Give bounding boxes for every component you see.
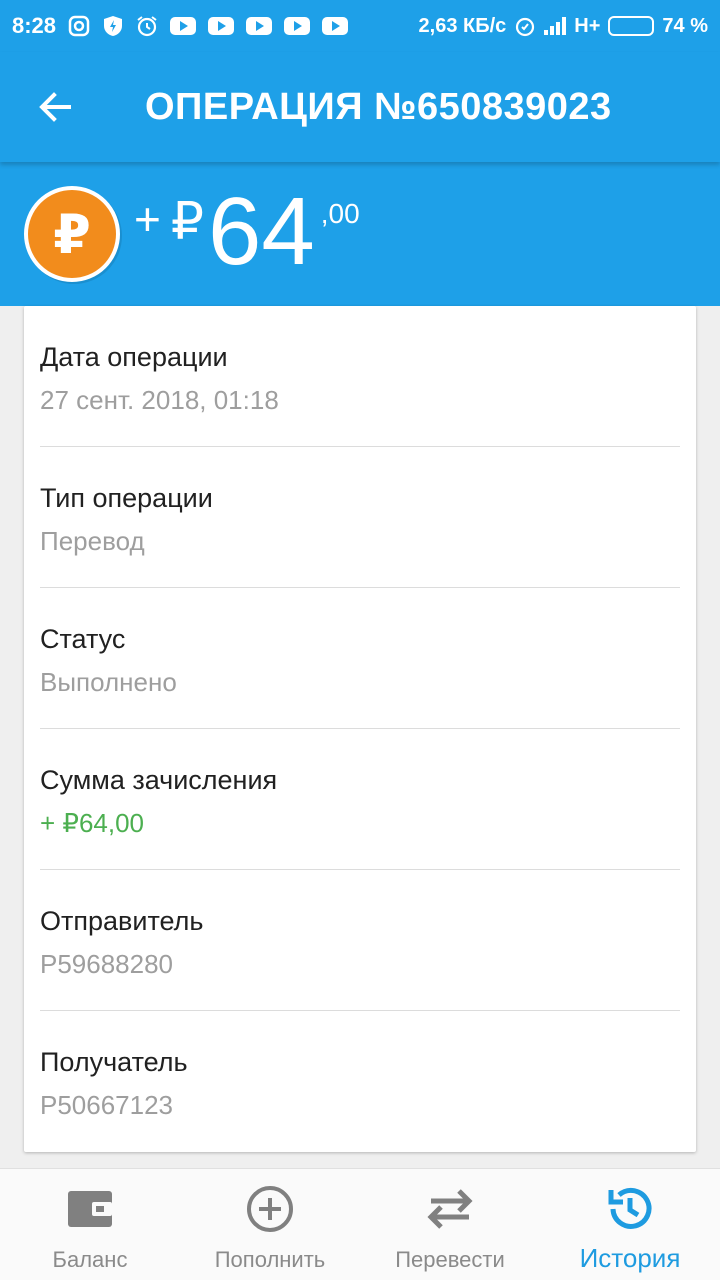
battery-icon xyxy=(608,16,655,36)
amount-sign: + xyxy=(134,193,161,245)
detail-label: Тип операции xyxy=(40,483,213,513)
amount-integer: 64 xyxy=(207,178,315,285)
signal-icon xyxy=(544,17,567,35)
bottom-navigation: Баланс Пополнить Перевести История xyxy=(0,1168,720,1280)
detail-row-date: Дата операции 27 сент. 2018, 01:18 xyxy=(40,306,680,447)
detail-row-credit-amount: Сумма зачисления + ₽64,00 xyxy=(40,729,680,870)
wallet-icon xyxy=(66,1185,114,1233)
detail-label: Отправитель xyxy=(40,906,204,936)
status-bar: 8:28 2,63 КБ/с H+ 74 % xyxy=(0,0,720,52)
youtube-icon xyxy=(208,17,235,35)
swap-arrows-icon xyxy=(425,1185,475,1233)
net-speed: 2,63 КБ/с xyxy=(418,14,507,37)
nav-label: История xyxy=(579,1243,681,1273)
status-right: 2,63 КБ/с H+ 74 % xyxy=(419,15,708,38)
detail-row-type: Тип операции Перевод xyxy=(40,447,680,588)
detail-row-status: Статус Выполнено xyxy=(40,588,680,729)
nav-label: Перевести xyxy=(395,1247,505,1272)
detail-value: Выполнено xyxy=(40,667,177,697)
nav-transfer[interactable]: Перевести xyxy=(360,1169,540,1280)
nav-balance[interactable]: Баланс xyxy=(0,1169,180,1280)
youtube-icon xyxy=(170,17,197,35)
add-circle-icon xyxy=(246,1185,294,1233)
nav-top-up[interactable]: Пополнить xyxy=(180,1169,360,1280)
detail-label: Получатель xyxy=(40,1047,188,1077)
detail-value: Перевод xyxy=(40,526,145,556)
amount-currency: ₽ xyxy=(170,193,204,251)
instagram-icon xyxy=(68,15,90,37)
battery-percent: 74 % xyxy=(662,14,708,37)
nav-label: Баланс xyxy=(52,1247,128,1272)
detail-value: + ₽64,00 xyxy=(40,808,145,838)
detail-value: P50667123 xyxy=(40,1090,174,1120)
ruble-coin-icon: ₽ xyxy=(24,186,120,282)
arrow-back-icon xyxy=(39,92,71,122)
youtube-icon xyxy=(322,17,349,35)
youtube-icon xyxy=(284,17,311,35)
shield-icon xyxy=(102,15,124,37)
alarm-icon xyxy=(136,15,158,37)
nav-history[interactable]: История xyxy=(540,1169,720,1280)
notification-icons xyxy=(68,15,349,37)
history-icon xyxy=(605,1185,655,1233)
nav-label: Пополнить xyxy=(214,1247,326,1272)
details-card: Дата операции 27 сент. 2018, 01:18 Тип о… xyxy=(24,306,696,1152)
detail-value: 27 сент. 2018, 01:18 xyxy=(40,385,279,415)
detail-label: Сумма зачисления xyxy=(40,765,278,795)
detail-label: Статус xyxy=(40,624,126,654)
page-title: ОПЕРАЦИЯ №650839023 xyxy=(145,85,612,128)
operation-amount: + ₽ 64 ,00 xyxy=(134,184,360,280)
youtube-icon xyxy=(246,17,273,35)
status-time: 8:28 xyxy=(12,13,57,38)
back-button[interactable] xyxy=(0,52,110,162)
network-type: H+ xyxy=(574,14,601,37)
detail-row-sender: Отправитель P59688280 xyxy=(40,870,680,1011)
toolbar: ОПЕРАЦИЯ №650839023 xyxy=(0,52,720,162)
alarm-icon xyxy=(514,15,536,37)
amount-cents: ,00 xyxy=(320,198,360,229)
detail-value: P59688280 xyxy=(40,949,174,979)
detail-label: Дата операции xyxy=(40,342,228,372)
detail-row-recipient: Получатель P50667123 xyxy=(40,1011,680,1152)
amount-header: ₽ + ₽ 64 ,00 xyxy=(0,162,720,306)
